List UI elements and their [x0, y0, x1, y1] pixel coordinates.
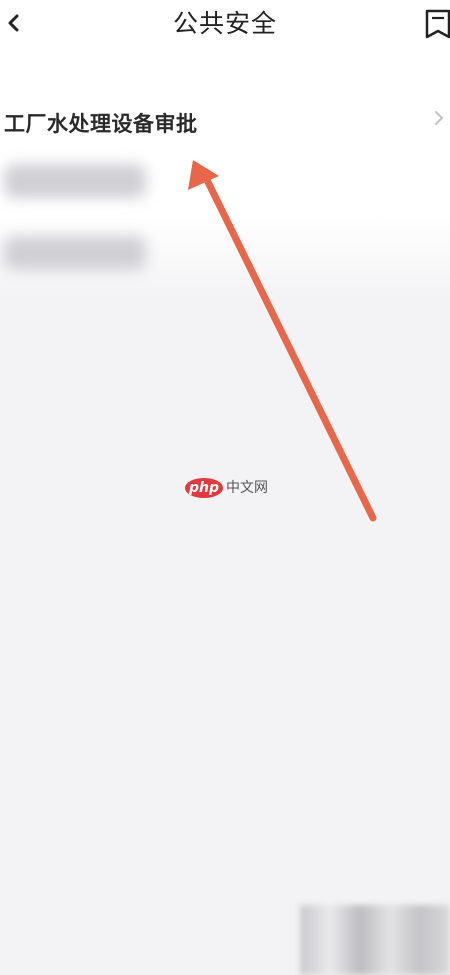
- header-bar: 公共安全: [0, 0, 450, 56]
- list-panel: 工厂水处理设备审批: [0, 56, 450, 300]
- blurred-region: [300, 905, 450, 975]
- watermark-logo: php: [185, 478, 224, 498]
- watermark-text: 中文网: [226, 480, 269, 496]
- list-item-label: 工厂水处理设备审批: [4, 112, 198, 136]
- bookmark-icon: [425, 9, 450, 39]
- bookmark-button[interactable]: [424, 8, 450, 40]
- chevron-right-icon: [435, 111, 444, 125]
- list-item-blurred[interactable]: [4, 236, 146, 270]
- list-item[interactable]: 工厂水处理设备审批: [0, 100, 450, 148]
- list-item-blurred[interactable]: [4, 164, 146, 198]
- watermark: php 中文网: [185, 477, 268, 499]
- page-title: 公共安全: [172, 9, 277, 38]
